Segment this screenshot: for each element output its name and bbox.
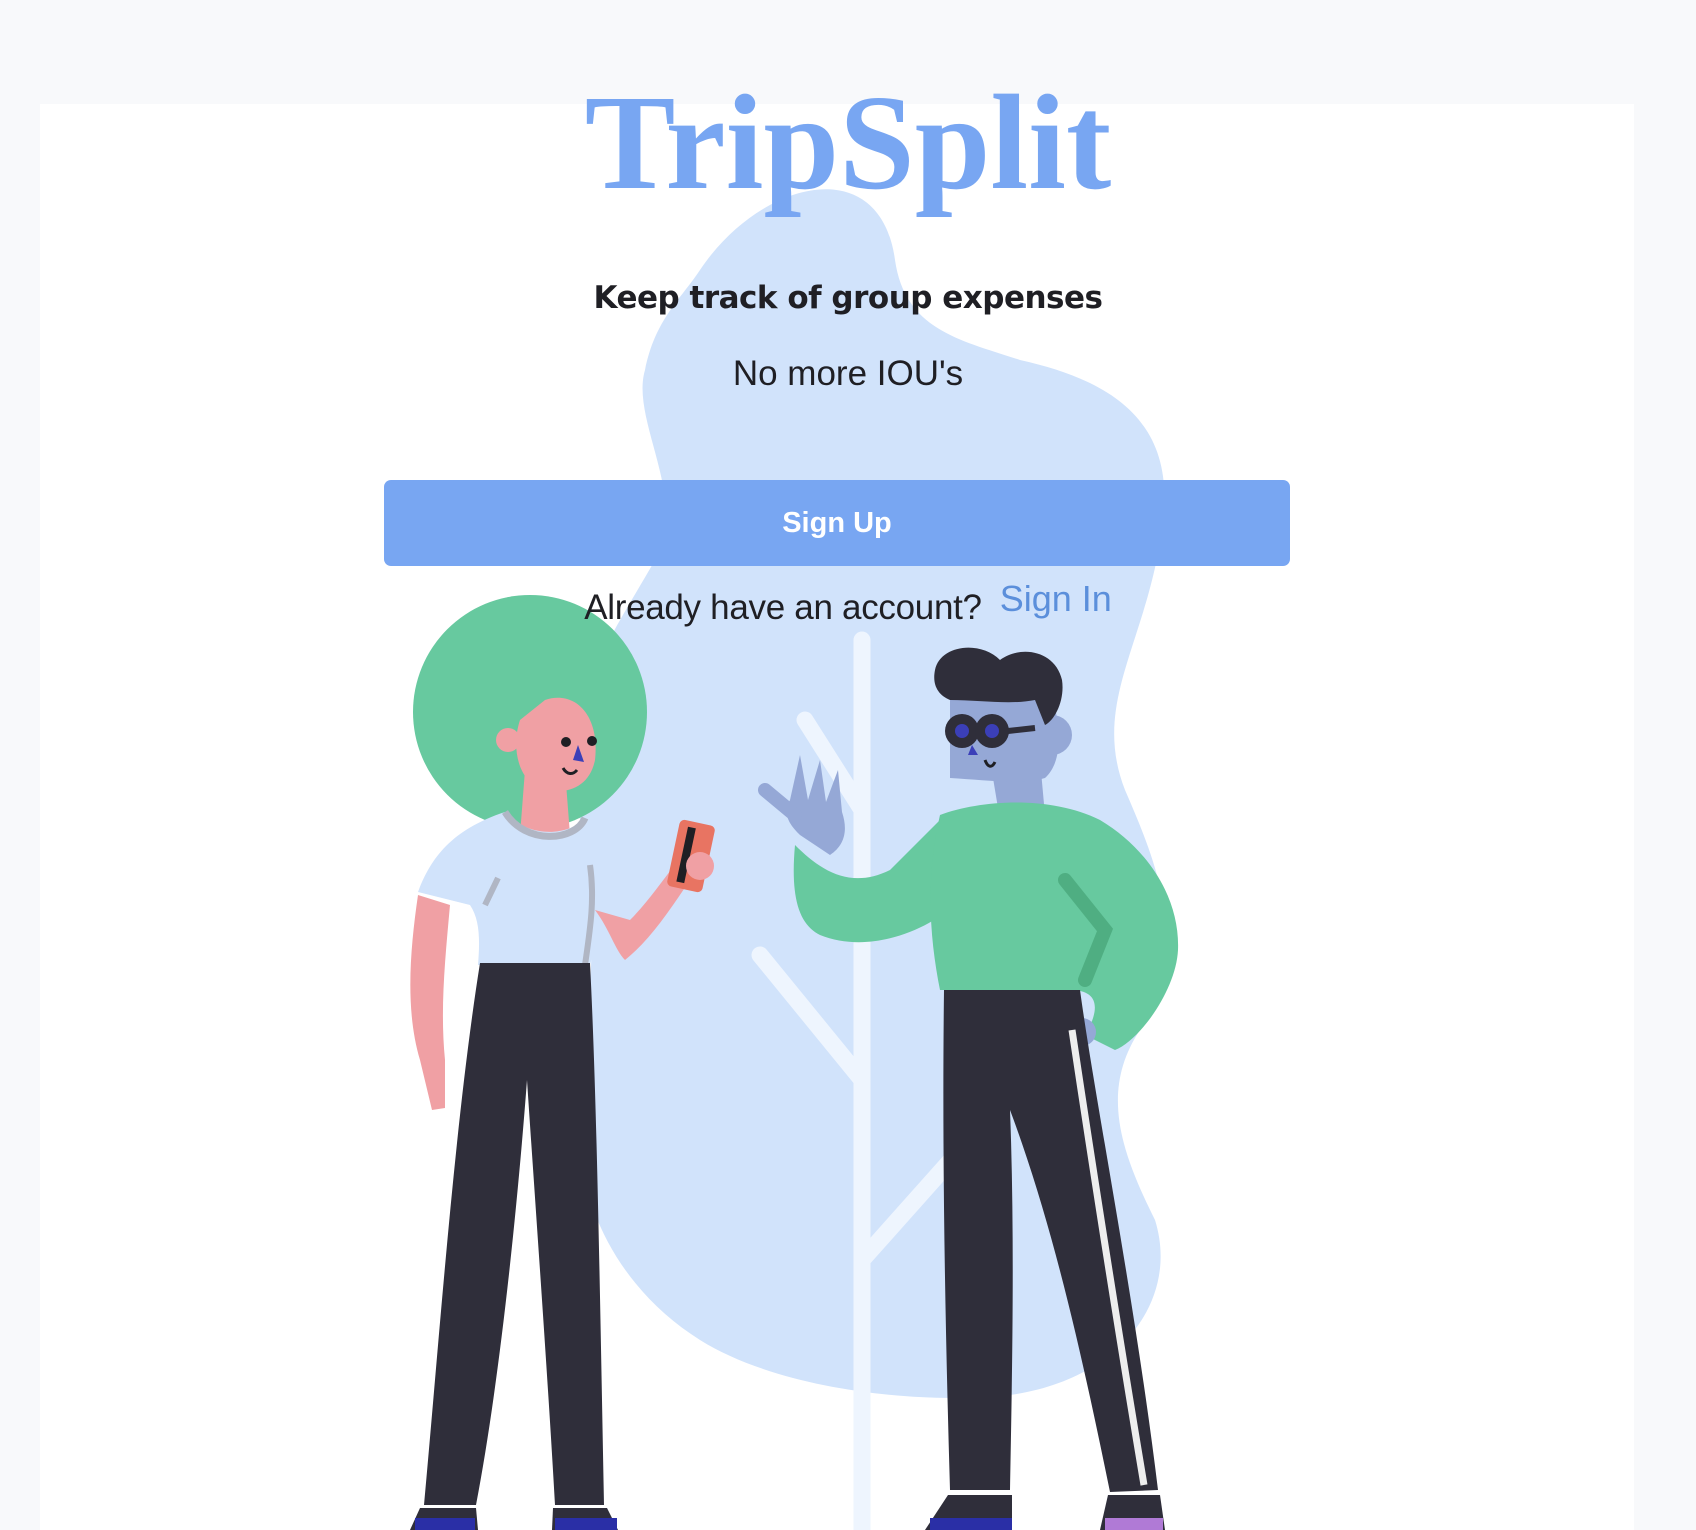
sign-in-prompt: Already have an account? [584, 588, 982, 627]
tagline: Keep track of group expenses [593, 280, 1103, 316]
sign-up-button[interactable]: Sign Up [384, 480, 1290, 566]
app-title: TripSplit [584, 68, 1112, 218]
sign-in-row: Already have an account? Sign In [0, 578, 1696, 628]
subtitle: No more IOU's [732, 354, 964, 393]
sign-in-link[interactable]: Sign In [1000, 578, 1112, 619]
two-people-illustration [410, 189, 1179, 1530]
landing-page: TripSplit Keep track of group expenses N… [0, 0, 1696, 1530]
